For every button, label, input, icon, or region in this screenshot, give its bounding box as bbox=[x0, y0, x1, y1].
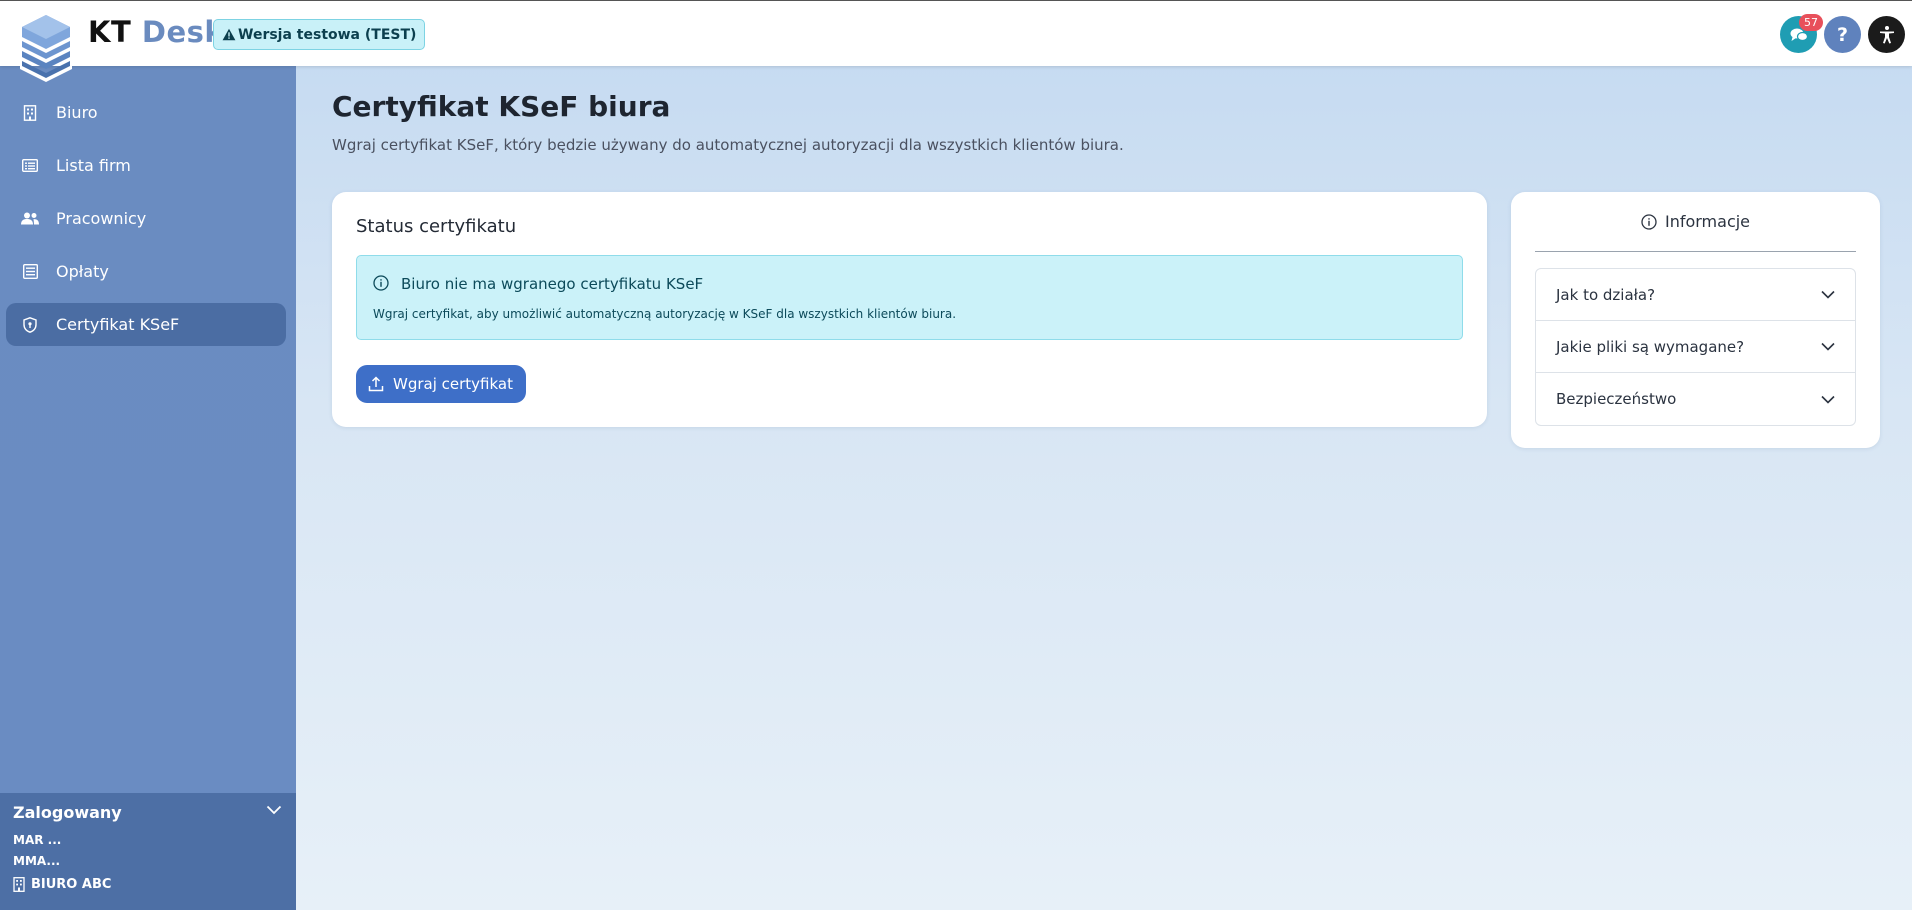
top-bar: KT Desk Wersja testowa (TEST) 57 ? bbox=[0, 0, 1912, 66]
sidebar-item-label: Pracownicy bbox=[56, 209, 147, 228]
logged-in-label: Zalogowany bbox=[13, 803, 122, 822]
information-card: Informacje Jak to działa? Jakie pliki są… bbox=[1511, 192, 1880, 448]
sidebar-item-lista-firm[interactable]: Lista firm bbox=[6, 144, 286, 187]
upload-certificate-button[interactable]: Wgraj certyfikat bbox=[356, 365, 526, 403]
stack-logo-icon[interactable] bbox=[16, 14, 76, 82]
info-icon bbox=[1641, 213, 1657, 230]
status-card-title: Status certyfikatu bbox=[356, 216, 517, 237]
sidebar-item-certyfikat-ksef[interactable]: Certyfikat KSeF bbox=[6, 303, 286, 346]
accordion-label: Jakie pliki są wymagane? bbox=[1556, 337, 1745, 356]
help-button[interactable]: ? bbox=[1824, 16, 1861, 53]
upload-icon bbox=[368, 376, 384, 392]
list-icon bbox=[20, 156, 40, 176]
sidebar: Biuro Lista firm Pracownicy Opłaty Certy… bbox=[0, 66, 296, 910]
page-subtitle: Wgraj certyfikat KSeF, który będzie używ… bbox=[332, 136, 1124, 154]
building-icon bbox=[20, 103, 40, 123]
info-accordion: Jak to działa? Jakie pliki są wymagane? … bbox=[1535, 268, 1856, 426]
notification-badge: 57 bbox=[1799, 14, 1823, 31]
no-certificate-alert: Biuro nie ma wgranego certyfikatu KSeF W… bbox=[356, 255, 1463, 340]
organization-name: BIURO ABC bbox=[13, 877, 111, 892]
user-login: MMA... bbox=[13, 854, 61, 868]
sidebar-item-label: Certyfikat KSeF bbox=[56, 315, 180, 334]
accordion-label: Bezpieczeństwo bbox=[1556, 390, 1677, 408]
info-card-header: Informacje bbox=[1535, 192, 1856, 252]
info-icon bbox=[373, 275, 389, 291]
accessibility-button[interactable] bbox=[1868, 16, 1905, 53]
users-icon bbox=[20, 209, 40, 229]
sidebar-item-biuro[interactable]: Biuro bbox=[6, 91, 286, 134]
building-icon bbox=[13, 877, 25, 892]
chevron-down-icon bbox=[1821, 342, 1835, 351]
accordion-item-security[interactable]: Bezpieczeństwo bbox=[1536, 373, 1855, 425]
sidebar-item-label: Lista firm bbox=[56, 156, 131, 175]
alert-body: Wgraj certyfikat, aby umożliwić automaty… bbox=[373, 307, 957, 321]
page-title: Certyfikat KSeF biura bbox=[332, 90, 671, 123]
accordion-label: Jak to działa? bbox=[1556, 285, 1656, 304]
info-card-title: Informacje bbox=[1664, 212, 1751, 231]
upload-button-label: Wgraj certyfikat bbox=[393, 375, 513, 393]
accordion-item-required-files[interactable]: Jakie pliki są wymagane? bbox=[1536, 321, 1855, 373]
brand-name[interactable]: KT Desk bbox=[88, 15, 224, 49]
sidebar-item-label: Opłaty bbox=[56, 262, 109, 281]
test-badge-label: Wersja testowa (TEST) bbox=[238, 26, 417, 43]
brand-kt: KT bbox=[88, 15, 132, 49]
accordion-item-how-it-works[interactable]: Jak to działa? bbox=[1536, 269, 1855, 321]
chevron-down-icon bbox=[1821, 290, 1835, 299]
sidebar-item-label: Biuro bbox=[56, 103, 98, 122]
warning-icon bbox=[222, 28, 236, 41]
certificate-status-card: Status certyfikatu Biuro nie ma wgranego… bbox=[332, 192, 1487, 427]
logged-user-panel: Zalogowany MAR ... MMA... BIURO ABC bbox=[0, 793, 296, 910]
organization-label: BIURO ABC bbox=[31, 877, 112, 892]
chevron-down-icon bbox=[1821, 395, 1835, 404]
test-version-badge: Wersja testowa (TEST) bbox=[213, 19, 426, 50]
brand-desk: Desk bbox=[141, 15, 225, 49]
accessibility-icon bbox=[1879, 25, 1894, 43]
alert-heading: Biuro nie ma wgranego certyfikatu KSeF bbox=[401, 275, 704, 293]
shield-icon bbox=[20, 315, 40, 335]
sidebar-item-oplaty[interactable]: Opłaty bbox=[6, 250, 286, 293]
receipt-icon bbox=[20, 262, 40, 282]
top-actions: 57 ? bbox=[1752, 14, 1912, 53]
user-name: MAR ... bbox=[13, 833, 62, 847]
chevron-down-icon[interactable] bbox=[266, 805, 282, 815]
sidebar-item-pracownicy[interactable]: Pracownicy bbox=[6, 197, 286, 240]
